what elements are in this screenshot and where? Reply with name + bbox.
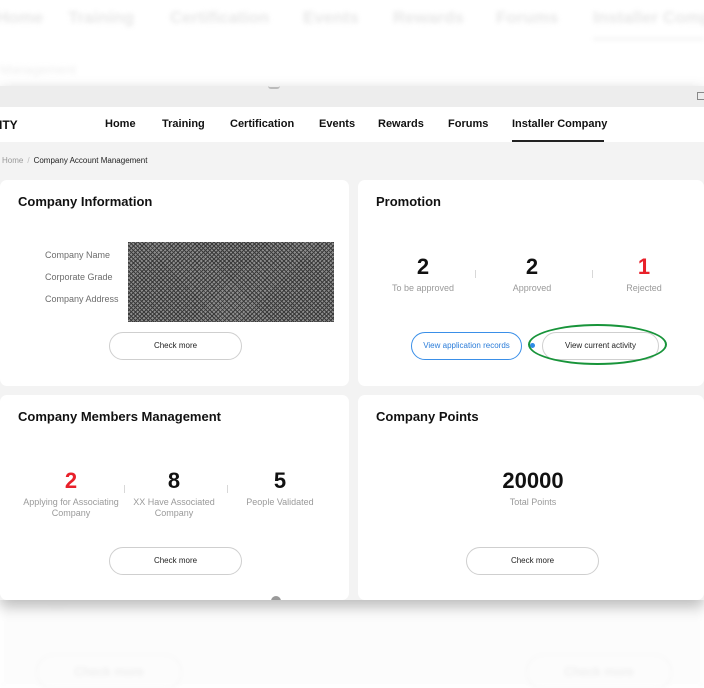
promotion-card: Promotion 2 To be approved 2 Approved 1 … [358, 180, 704, 386]
members-check-more-button[interactable]: Check more [109, 547, 242, 575]
stat-value: 2 [525, 254, 539, 279]
divider [227, 485, 228, 493]
bg-nav-underline [593, 38, 704, 40]
company-info-check-more-button[interactable]: Check more [109, 332, 242, 360]
nav-forums[interactable]: Forums [448, 118, 488, 130]
bg-nav-home: Home [0, 8, 44, 27]
bg-nav-events: Events [303, 8, 359, 27]
bg-faint-text: ---- [50, 603, 65, 615]
bg-nav-rewards: Rewards [393, 8, 464, 27]
points-value: 20000 [502, 468, 564, 493]
members-card: Company Members Management 2 Applying fo… [0, 395, 349, 600]
company-info-fields: Company Name Corporate Grade Company Add… [45, 250, 119, 316]
stat-label: Applying for Associating Company [23, 497, 119, 518]
bg-nav-installer: Installer Compa [593, 8, 704, 27]
bg-nav-forums: Forums [496, 8, 559, 27]
stat-value: 5 [273, 468, 287, 493]
dot-icon [268, 86, 280, 89]
points-total: 20000 Total Points [468, 469, 598, 508]
field-corporate-grade: Corporate Grade [45, 272, 113, 282]
promotion-stat-rejected: 1 Rejected [606, 255, 682, 294]
company-info-card: Company Information Company Name Corpora… [0, 180, 349, 386]
brand-logo-text: ITY [0, 118, 18, 132]
points-check-more-button[interactable]: Check more [466, 547, 599, 575]
breadcrumb-home[interactable]: Home [2, 156, 23, 165]
stat-label: To be approved [391, 283, 455, 293]
promotion-stat-to-be-approved: 2 To be approved [385, 255, 461, 294]
background-nav: Home Training Certification Events Rewar… [0, 0, 704, 40]
promotion-stat-approved: 2 Approved [494, 255, 570, 294]
bg-check-more-left: Check more [36, 654, 182, 688]
stat-value: 2 [64, 468, 78, 493]
bg-check-more-right: Check more [526, 654, 672, 688]
stat-label: Rejected [626, 283, 662, 293]
nav-home[interactable]: Home [105, 118, 136, 130]
stat-label: XX Have Associated Company [133, 497, 215, 518]
divider [475, 270, 476, 278]
bg-nav-training: Training [68, 8, 135, 27]
members-title: Company Members Management [18, 409, 221, 424]
stat-label: People Validated [246, 497, 314, 507]
screenshot-panel: ITY Home Training Certification Events R… [0, 86, 704, 600]
members-stat-validated: 5 People Validated [235, 469, 325, 508]
scroll-indicator[interactable] [271, 596, 281, 600]
points-card: Company Points 20000 Total Points Check … [358, 395, 704, 600]
divider [592, 270, 593, 278]
redacted-info-block [128, 242, 334, 322]
bg-breadcrumb: Management [0, 62, 76, 77]
breadcrumb-separator: / [27, 156, 30, 165]
nav-certification[interactable]: Certification [230, 118, 294, 130]
company-info-title: Company Information [18, 194, 153, 209]
breadcrumb-current: Company Account Management [33, 156, 148, 165]
nav-active-underline [512, 140, 604, 142]
top-navbar: ITY Home Training Certification Events R… [0, 107, 704, 142]
divider [124, 485, 125, 493]
highlight-circle-annotation [528, 324, 667, 365]
nav-installer-company[interactable]: Installer Company [512, 118, 607, 130]
stat-value: 1 [637, 254, 651, 279]
field-company-address: Company Address [45, 294, 119, 304]
view-application-records-button[interactable]: View application records [411, 332, 522, 360]
square-icon[interactable] [697, 92, 704, 100]
nav-rewards[interactable]: Rewards [378, 118, 424, 130]
field-company-name: Company Name [45, 250, 111, 260]
stat-value: 8 [167, 468, 181, 493]
stat-label: Approved [512, 283, 552, 293]
stat-value: 2 [416, 254, 430, 279]
members-stat-associated: 8 XX Have Associated Company [128, 469, 220, 519]
points-title: Company Points [376, 409, 479, 424]
bg-nav-certification: Certification [170, 8, 270, 27]
promotion-title: Promotion [376, 194, 441, 209]
browser-top-strip [0, 86, 704, 107]
points-label: Total Points [509, 497, 557, 507]
nav-training[interactable]: Training [162, 118, 205, 130]
members-stat-applying: 2 Applying for Associating Company [18, 469, 124, 519]
nav-events[interactable]: Events [319, 118, 355, 130]
breadcrumb: Home / Company Account Management [2, 156, 147, 165]
